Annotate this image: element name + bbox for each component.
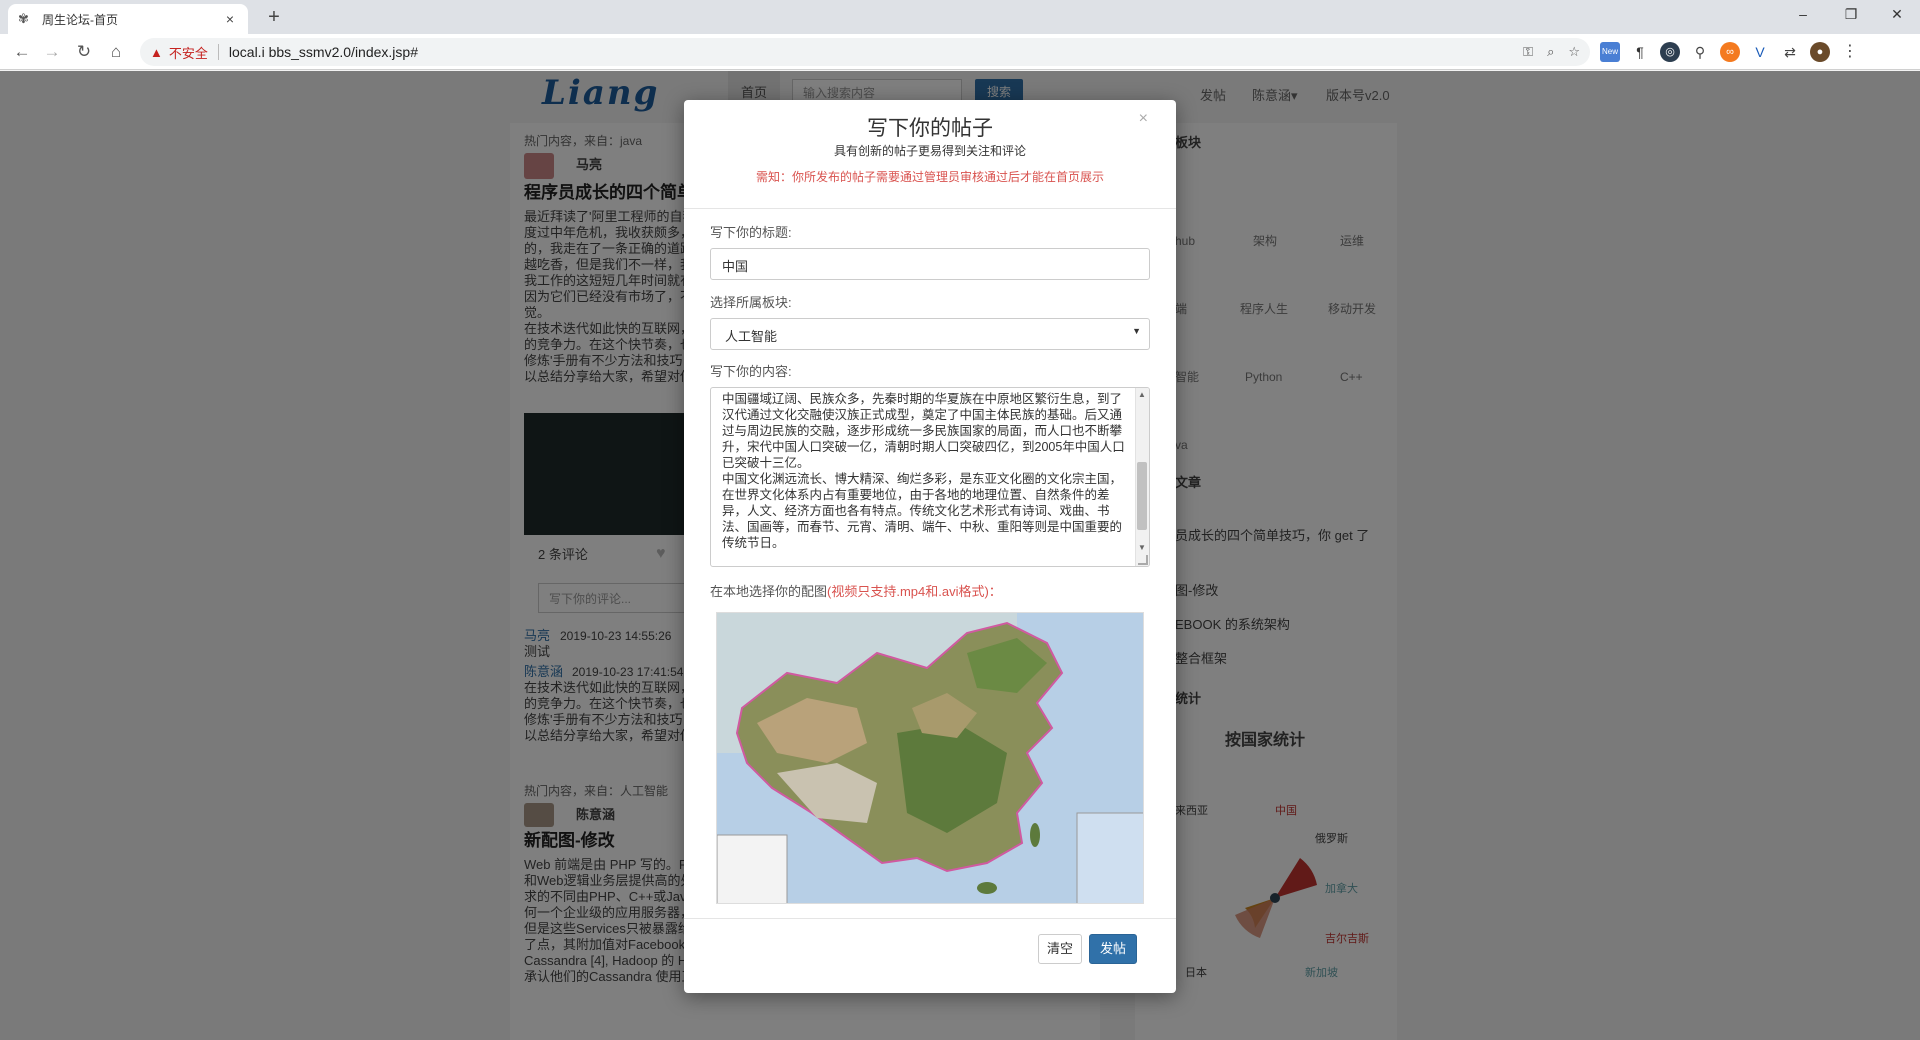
browser-tab-strip: ✾ 周生论坛-首页 × + – ❐ ✕ [0,0,1920,34]
home-icon[interactable]: ⌂ [104,40,128,64]
tab-close-icon[interactable]: × [222,11,238,27]
content-text: 中国疆域辽阔、民族众多，先秦时期的华夏族在中原地区繁衍生息，到了汉代通过文化交融… [722,392,1125,550]
modal-subtitle: 具有创新的帖子更易得到关注和评论 [833,144,1026,158]
reload-icon[interactable]: ↻ [72,40,96,64]
zoom-icon[interactable]: ⌕ [1547,44,1554,60]
board-select-value: 人工智能 [725,329,778,344]
title-label: 写下你的标题: [710,225,792,240]
url-text[interactable]: local.i bbs_ssmv2.0/index.jsp# [229,44,1509,60]
board-label: 选择所属板块: [710,295,792,310]
modal-title: 写下你的帖子 [867,117,993,140]
textarea-resize-handle[interactable] [1138,555,1148,565]
paragraph-extension-icon[interactable]: ¶ [1630,42,1650,62]
modal-footer-divider [684,918,1176,919]
select-arrow-icon: ▼ [1132,326,1141,336]
submit-post-button[interactable]: 发帖 [1089,934,1137,964]
scrollbar-thumb[interactable] [1137,462,1147,530]
textarea-scrollbar[interactable]: ▲ ▼ [1135,388,1149,566]
window-minimize-button[interactable]: – [1780,0,1826,30]
bookmark-star-icon[interactable]: ☆ [1568,44,1580,60]
extensions-area: New ¶ ◎ ⚲ ∞ V ⇄ ● ⋮ [1600,40,1860,64]
forward-arrow-icon[interactable]: → [40,40,64,64]
v-extension-icon[interactable]: V [1750,42,1770,62]
orange-extension-icon[interactable]: ∞ [1720,42,1740,62]
image-label-text: 在本地选择你的配图 [710,584,828,599]
content-label: 写下你的内容: [710,364,792,379]
window-close-button[interactable]: ✕ [1874,0,1920,30]
board-select[interactable]: 人工智能 ▼ [710,318,1150,350]
title-input[interactable]: 中国 [710,248,1150,280]
china-map-image [717,613,1143,903]
key-icon[interactable]: ⚿ [1523,44,1533,60]
lightbulb-extension-icon[interactable]: ⚲ [1690,42,1710,62]
window-restore-button[interactable]: ❐ [1828,0,1874,30]
address-bar[interactable]: ▲ 不安全 local.i bbs_ssmv2.0/index.jsp# ⚿ ⌕… [140,38,1590,66]
browser-toolbar: ← → ↻ ⌂ ▲ 不安全 local.i bbs_ssmv2.0/index.… [0,34,1920,70]
warning-triangle-icon: ▲ [150,44,163,60]
modal-header-divider [684,208,1176,209]
address-separator [217,44,219,60]
clear-button[interactable]: 清空 [1038,934,1082,964]
content-textarea[interactable]: 中国疆域辽阔、民族众多，先秦时期的华夏族在中原地区繁衍生息，到了汉代通过文化交融… [710,387,1150,567]
image-label: 在本地选择你的配图(视频只支持.mp4和.avi格式)： [710,581,1002,600]
browser-menu-icon[interactable]: ⋮ [1840,42,1860,62]
image-format-hint: (视频只支持.mp4和.avi格式)： [827,584,1002,599]
tab-title: 周生论坛-首页 [42,12,118,27]
browser-tab-active[interactable]: ✾ 周生论坛-首页 × [8,4,248,34]
insecure-label: 不安全 [168,45,208,61]
scroll-down-icon[interactable]: ▼ [1137,543,1147,552]
new-tab-button[interactable]: + [260,5,288,31]
new-post-modal: × 写下你的帖子 具有创新的帖子更易得到关注和评论 需知：你所发布的帖子需要通过… [684,100,1176,993]
circle-extension-icon[interactable]: ◎ [1660,42,1680,62]
modal-notice: 需知：你所发布的帖子需要通过管理员审核通过后才能在首页展示 [755,170,1104,184]
uploaded-image-preview[interactable] [716,612,1144,904]
site-favicon-icon: ✾ [18,11,29,26]
scroll-up-icon[interactable]: ▲ [1137,390,1147,399]
back-arrow-icon[interactable]: ← [10,40,34,64]
sync-extension-icon[interactable]: ⇄ [1780,42,1800,62]
new-extension-icon[interactable]: New [1600,42,1620,62]
profile-avatar-icon[interactable]: ● [1810,42,1830,62]
